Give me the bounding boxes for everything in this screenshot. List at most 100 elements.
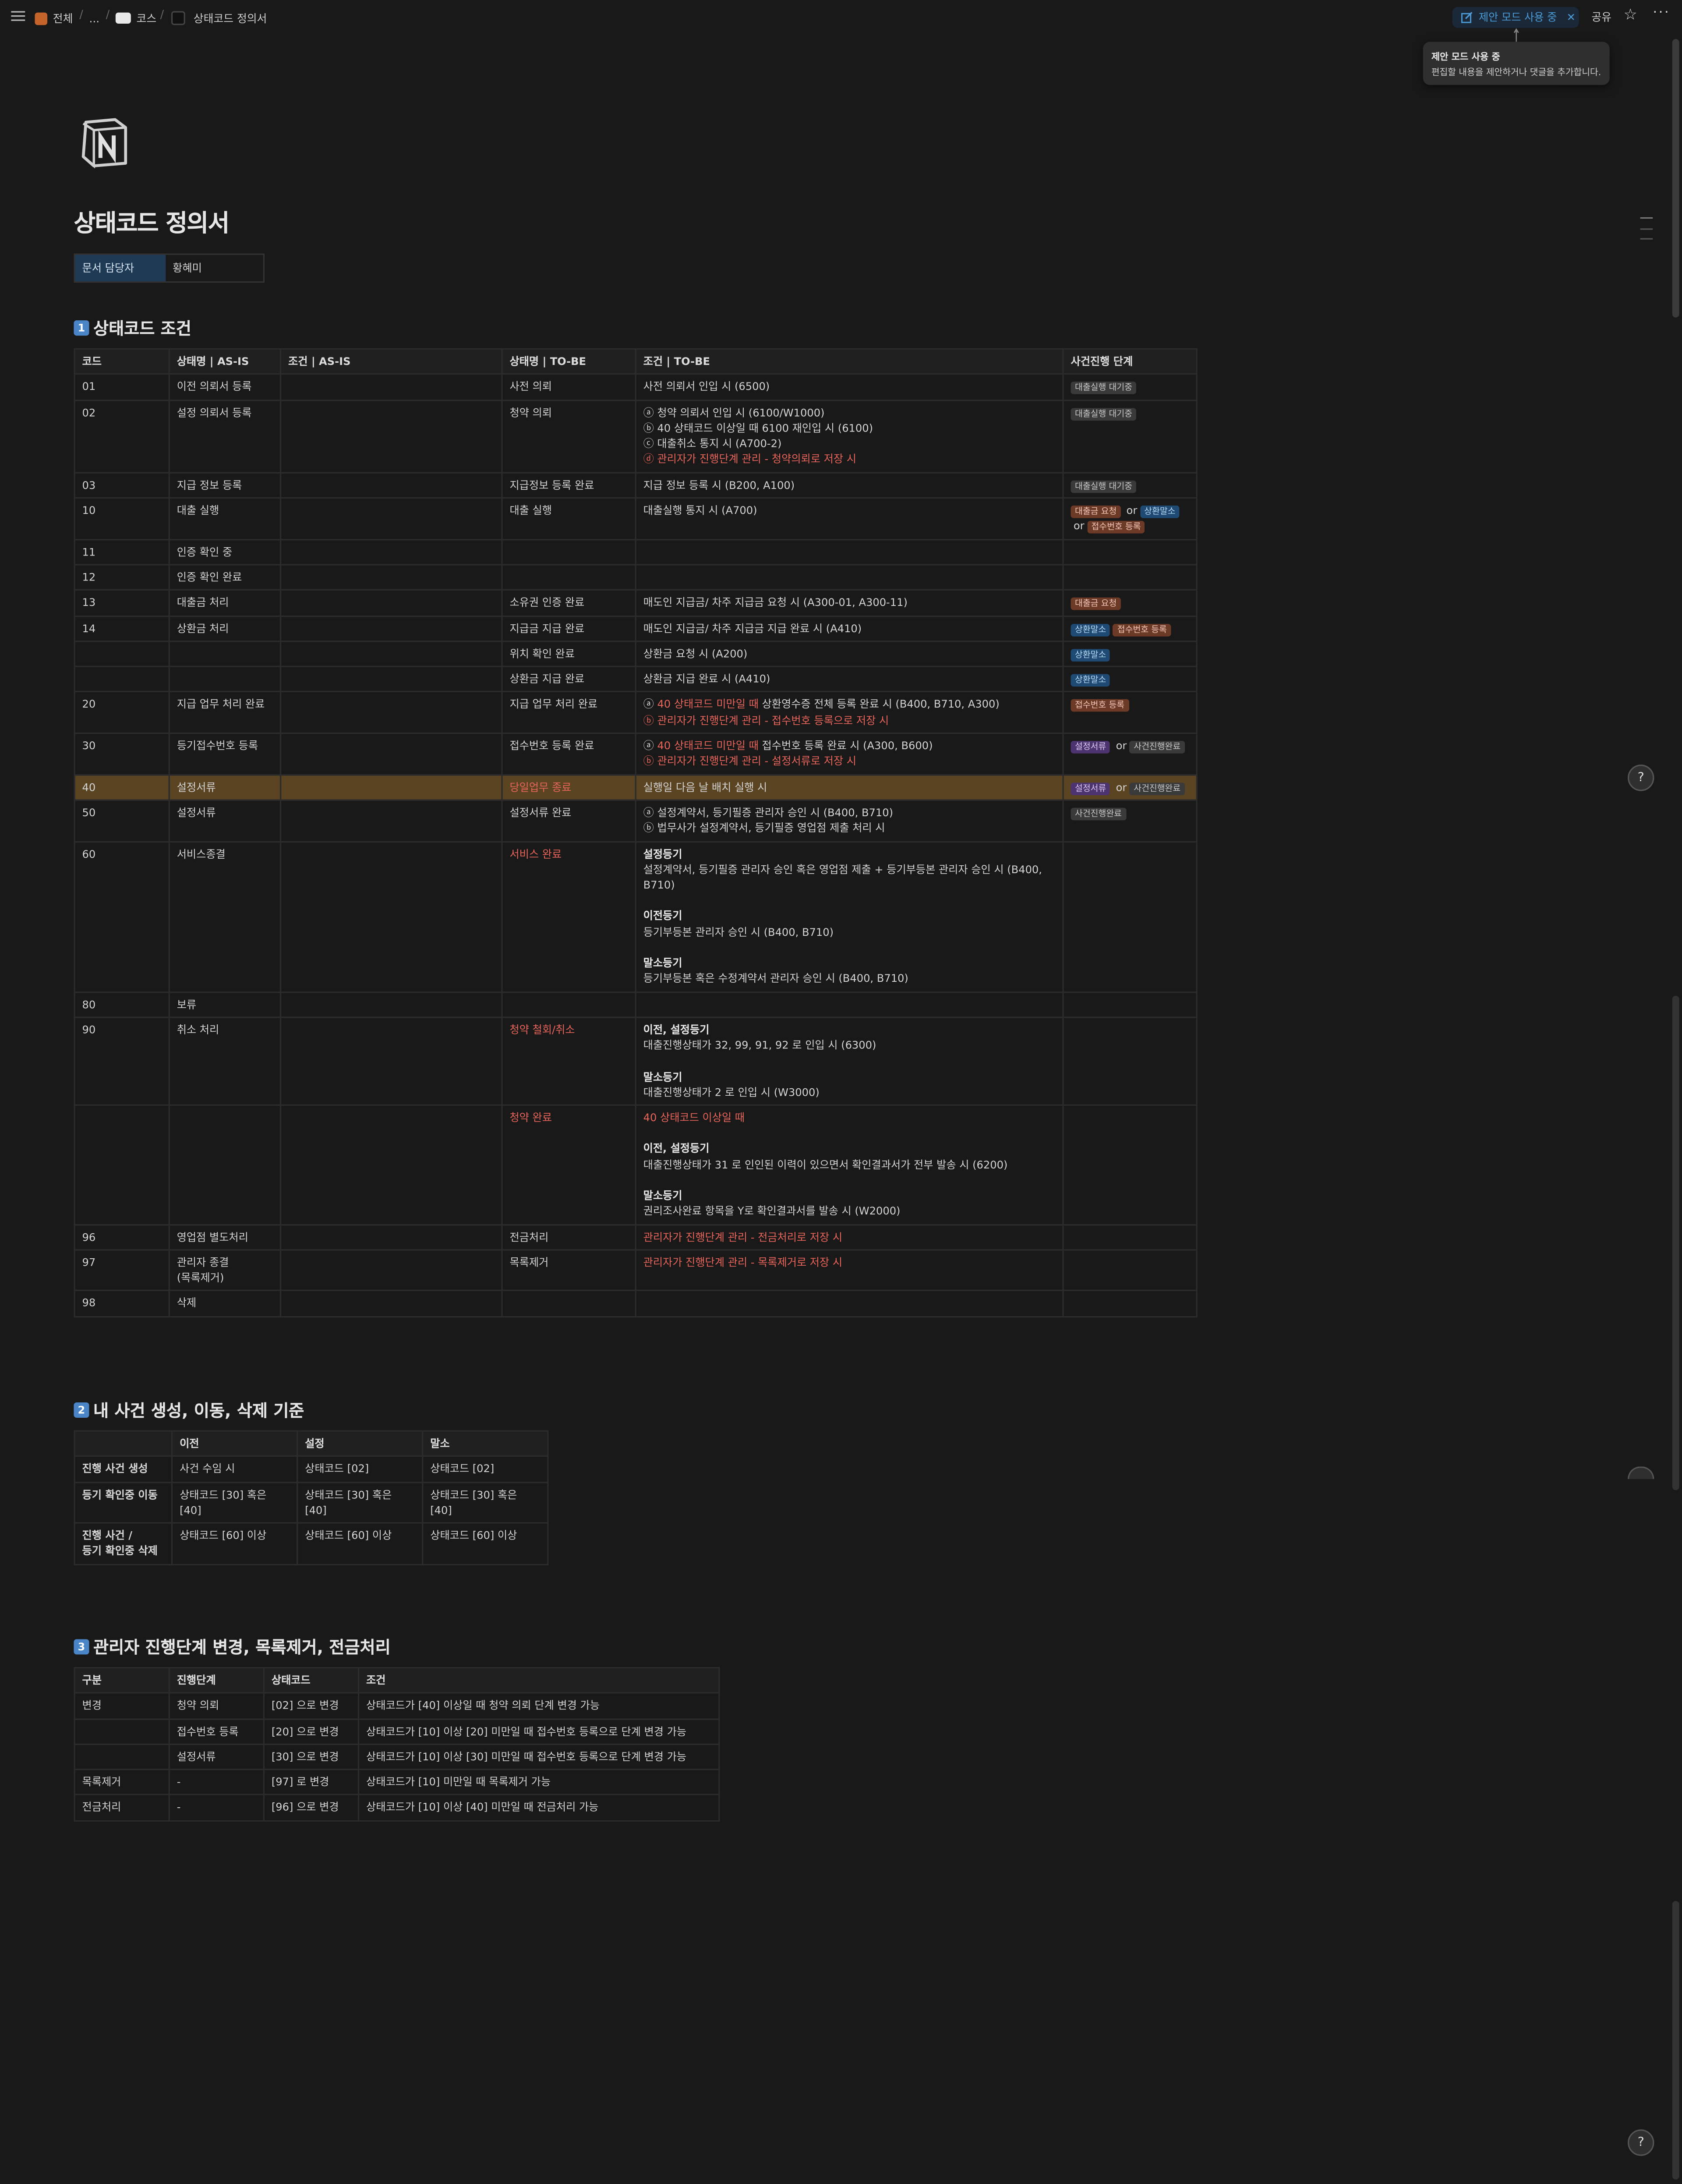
outline-marker[interactable] [1640, 238, 1653, 240]
to-be-condition-cell[interactable]: 매도인 지급금/ 차주 지급금 지급 완료 시 (A410) [635, 615, 1064, 642]
table-cell[interactable]: 전금처리 [74, 1794, 170, 1822]
column-header[interactable]: 코드 [74, 348, 170, 375]
page-title[interactable]: 상태코드 정의서 [74, 203, 230, 238]
stage-cell[interactable] [1062, 991, 1198, 1018]
column-header[interactable]: 설정 [297, 1430, 424, 1458]
to-be-name-cell[interactable]: 접수번호 등록 완료 [501, 733, 636, 775]
column-header[interactable] [74, 1430, 173, 1458]
to-be-name-cell[interactable]: 지급금 지급 완료 [501, 615, 636, 642]
as-is-name-cell[interactable]: 대출금 처리 [168, 589, 282, 616]
breadcrumb-item-course[interactable]: 코스 [115, 8, 156, 28]
code-cell[interactable]: 30 [74, 733, 170, 775]
to-be-name-cell[interactable]: 대출 실행 [501, 497, 636, 540]
to-be-condition-cell[interactable]: ⓐ 청약 의뢰서 인입 시 (6100/W1000) ⓑ 40 상태코드 이상일 … [635, 399, 1064, 474]
stage-cell[interactable]: 대출실행 대기중 [1062, 373, 1198, 401]
as-is-name-cell[interactable]: 상환금 처리 [168, 615, 282, 642]
table-row[interactable]: 02 설정 의뢰서 등록 청약 의뢰 ⓐ 청약 의뢰서 인입 시 (6100/W100… [74, 399, 1198, 474]
table-row[interactable]: 진행 사건 / 등기 확인중 삭제 상태코드 [60] 이상 상태코드 [60] 이상… [74, 1522, 549, 1565]
code-cell[interactable] [74, 1104, 170, 1225]
to-be-name-cell[interactable] [501, 1290, 636, 1317]
as-is-condition-cell[interactable] [279, 640, 503, 668]
table-cell[interactable]: - [168, 1794, 265, 1822]
as-is-condition-cell[interactable] [279, 538, 503, 566]
column-header[interactable]: 이전 [171, 1430, 298, 1458]
table-cell[interactable]: 상태코드 [02] [422, 1455, 549, 1483]
table-row[interactable]: 14 상환금 처리 지급금 지급 완료 매도인 지급금/ 차주 지급금 지급 완료 시… [74, 615, 1198, 642]
stage-tag[interactable]: 접수번호 등록 [1087, 521, 1145, 534]
table-cell[interactable]: [02] 으로 변경 [263, 1692, 360, 1720]
table-cell[interactable]: 상태코드가 [10] 미만일 때 목록제거 가능 [357, 1769, 720, 1796]
table-cell[interactable]: 상태코드가 [40] 이상일 때 청약 의뢰 단계 변경 가능 [357, 1692, 720, 1720]
to-be-condition-cell[interactable]: 관리자가 진행단계 관리 - 전금처리로 저장 시 [635, 1223, 1064, 1251]
table-cell[interactable]: 상태코드 [02] [297, 1455, 424, 1483]
column-header[interactable]: 상태명 | AS-IS [168, 348, 282, 375]
table-row[interactable]: 96 영업점 별도처리 전금처리 관리자가 진행단계 관리 - 전금처리로 저장 시 [74, 1223, 1198, 1251]
to-be-condition-cell[interactable] [635, 991, 1064, 1018]
more-icon[interactable]: ··· [1653, 6, 1670, 21]
help-icon[interactable]: ? [1628, 765, 1654, 791]
stage-cell[interactable]: 설정서류 or 사건진행완료 [1062, 774, 1198, 801]
stage-cell[interactable] [1062, 1104, 1198, 1225]
table-row[interactable]: 98 삭제 [74, 1290, 1198, 1317]
notion-logo-icon[interactable] [78, 116, 131, 169]
as-is-name-cell[interactable]: 설정서류 [168, 774, 282, 801]
stage-cell[interactable]: 대출금 요청 [1062, 589, 1198, 616]
as-is-condition-cell[interactable] [279, 799, 503, 842]
as-is-condition-cell[interactable] [279, 991, 503, 1018]
to-be-condition-cell[interactable]: 상환금 요청 시 (A200) [635, 640, 1064, 668]
table-row[interactable]: 12 인증 확인 완료 [74, 564, 1198, 591]
stage-tag[interactable]: 사건진행완료 [1129, 782, 1185, 795]
table-row[interactable]: 20 지급 업무 처리 완료 지급 업무 처리 완료 ⓐ 40 상태코드 미만일 때 … [74, 691, 1198, 734]
to-be-condition-cell[interactable]: 40 상태코드 이상일 때 이전, 설정등기 대출진행상태가 31 로 인인된 이력… [635, 1104, 1064, 1225]
stage-cell[interactable]: 사건진행완료 [1062, 799, 1198, 842]
to-be-condition-cell[interactable]: ⓐ 설정계약서, 등기필증 관리자 승인 시 (B400, B710) ⓑ 법무사… [635, 799, 1064, 842]
as-is-condition-cell[interactable] [279, 615, 503, 642]
column-header[interactable]: 말소 [422, 1430, 549, 1458]
table-cell[interactable]: 상태코드 [60] 이상 [297, 1522, 424, 1565]
menu-icon[interactable] [10, 8, 26, 25]
table-cell[interactable]: 청약 의뢰 [168, 1692, 265, 1720]
table-row[interactable]: 40 설정서류 당일업무 종료 실행일 다음 날 배치 실행 시 설정서류 or 사건진행완… [74, 774, 1198, 801]
table-row[interactable]: 50 설정서류 설정서류 완료 ⓐ 설정계약서, 등기필증 관리자 승인 시 (B40… [74, 799, 1198, 842]
table-row[interactable]: 13 대출금 처리 소유권 인증 완료 매도인 지급금/ 차주 지급금 요청 시 (A… [74, 589, 1198, 616]
table-row[interactable]: 설정서류 [30] 으로 변경 상태코드가 [10] 이상 [30] 미만일 때 접… [74, 1743, 720, 1770]
as-is-name-cell[interactable]: 대출 실행 [168, 497, 282, 540]
stage-cell[interactable]: 상환말소 접수번호 등록 [1062, 615, 1198, 642]
table-cell[interactable]: 상태코드 [30] 혹은 [40] [171, 1481, 298, 1524]
as-is-condition-cell[interactable] [279, 373, 503, 401]
table-cell[interactable]: 변경 [74, 1692, 170, 1720]
property-key[interactable]: 문서 담당자 [75, 255, 166, 282]
as-is-condition-cell[interactable] [279, 691, 503, 734]
as-is-name-cell[interactable] [168, 1104, 282, 1225]
as-is-name-cell[interactable] [168, 640, 282, 668]
code-cell[interactable]: 02 [74, 399, 170, 474]
stage-tag[interactable]: 대출실행 대기중 [1071, 382, 1137, 395]
table-row[interactable]: 청약 완료 40 상태코드 이상일 때 이전, 설정등기 대출진행상태가 31 로 인… [74, 1104, 1198, 1225]
to-be-name-cell[interactable] [501, 564, 636, 591]
as-is-condition-cell[interactable] [279, 589, 503, 616]
table-cell[interactable]: 상태코드 [30] 혹은 [40] [297, 1481, 424, 1524]
table-row[interactable]: 상환금 지급 완료 상환금 지급 완료 시 (A410) 상환말소 [74, 665, 1198, 693]
stage-cell[interactable]: 대출실행 대기중 [1062, 399, 1198, 474]
to-be-name-cell[interactable]: 설정서류 완료 [501, 799, 636, 842]
code-cell[interactable]: 14 [74, 615, 170, 642]
table-row[interactable]: 80 보류 [74, 991, 1198, 1018]
as-is-name-cell[interactable]: 관리자 종결(목록제거) [168, 1249, 282, 1292]
as-is-name-cell[interactable]: 영업점 별도처리 [168, 1223, 282, 1251]
stage-tag[interactable]: 상환말소 [1071, 674, 1110, 687]
stage-cell[interactable] [1062, 840, 1198, 993]
stage-tag[interactable]: 접수번호 등록 [1071, 700, 1129, 712]
section-heading-2[interactable]: 2 내 사건 생성, 이동, 삭제 기준 [74, 1398, 304, 1422]
code-cell[interactable]: 11 [74, 538, 170, 566]
row-header-cell[interactable]: 진행 사건 / 등기 확인중 삭제 [74, 1522, 173, 1565]
as-is-condition-cell[interactable] [279, 774, 503, 801]
breadcrumb-item-current[interactable]: 상태코드 정의서 [171, 8, 267, 28]
close-icon[interactable]: ✕ [1567, 11, 1576, 24]
as-is-name-cell[interactable]: 인증 확인 중 [168, 538, 282, 566]
as-is-condition-cell[interactable] [279, 471, 503, 499]
as-is-name-cell[interactable] [168, 665, 282, 693]
table-row[interactable]: 목록제거 - [97] 로 변경 상태코드가 [10] 미만일 때 목록제거 가능 [74, 1769, 720, 1796]
table-row[interactable]: 변경 청약 의뢰 [02] 으로 변경 상태코드가 [40] 이상일 때 청약 의뢰 … [74, 1692, 720, 1720]
code-cell[interactable]: 10 [74, 497, 170, 540]
column-header[interactable]: 상태명 | TO-BE [501, 348, 636, 375]
